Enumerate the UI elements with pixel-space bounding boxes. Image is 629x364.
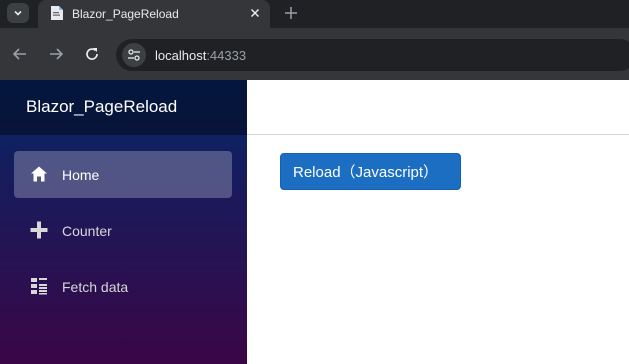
sidebar-item-label: Home — [62, 167, 100, 183]
reload-javascript-button[interactable]: Reload（Javascript） — [280, 153, 461, 190]
new-tab-icon[interactable] — [283, 5, 299, 21]
browser-tab[interactable]: Blazor_PageReload — [38, 0, 270, 28]
forward-arrow-icon[interactable] — [47, 45, 65, 63]
app-page: Blazor_PageReload Home Counter Fetch dat… — [0, 80, 629, 364]
sidebar-item-counter[interactable]: Counter — [14, 207, 232, 254]
close-icon[interactable] — [248, 6, 262, 20]
sidebar-item-home[interactable]: Home — [14, 151, 232, 198]
sidebar-item-label: Fetch data — [62, 279, 129, 295]
sidebar-item-fetch-data[interactable]: Fetch data — [14, 263, 232, 310]
list-icon — [31, 278, 47, 295]
brand-link[interactable]: Blazor_PageReload — [26, 97, 177, 117]
sidebar: Blazor_PageReload Home Counter Fetch dat… — [0, 80, 247, 364]
url-text: localhost:44333 — [155, 48, 246, 63]
home-icon — [31, 166, 47, 182]
tab-search-button[interactable] — [7, 3, 29, 23]
document-icon — [51, 6, 63, 20]
top-row — [247, 80, 629, 135]
url-host: localhost — [155, 48, 207, 63]
tune-icon — [128, 49, 140, 61]
sidebar-item-label: Counter — [62, 223, 112, 239]
back-arrow-icon[interactable] — [11, 45, 29, 63]
browser-tab-strip: Blazor_PageReload — [0, 0, 629, 28]
plus-icon — [30, 221, 48, 239]
site-info-button[interactable] — [122, 43, 146, 67]
tab-title: Blazor_PageReload — [72, 7, 179, 21]
address-bar[interactable]: localhost:44333 — [116, 39, 629, 71]
chevron-down-icon — [14, 10, 22, 16]
main-content: Reload（Javascript） — [247, 80, 629, 364]
brand-row: Blazor_PageReload — [0, 80, 247, 135]
browser-toolbar: localhost:44333 — [0, 28, 629, 80]
reload-icon[interactable] — [83, 45, 101, 63]
url-port: :44333 — [206, 48, 247, 63]
